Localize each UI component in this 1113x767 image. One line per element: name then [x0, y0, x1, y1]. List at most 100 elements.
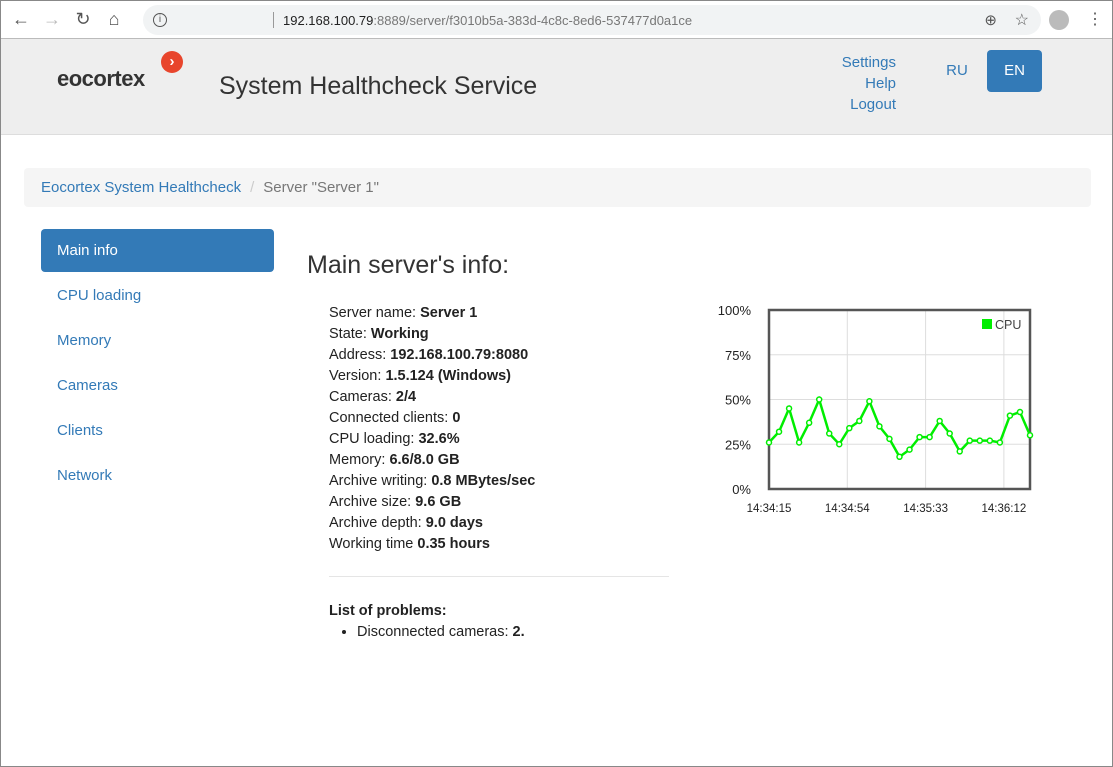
reload-icon[interactable]: ↻	[72, 9, 94, 30]
info-value: 32.6%	[418, 431, 460, 447]
data-point	[856, 417, 863, 425]
problem-item: Disconnected cameras: 2.	[357, 622, 525, 643]
y-tick-label: 0%	[732, 482, 751, 497]
logo-chevron-icon: ›	[161, 51, 183, 73]
info-label: CPU loading:	[329, 431, 415, 447]
url-host: 192.168.100.79	[283, 12, 374, 28]
divider	[273, 12, 274, 28]
info-icon[interactable]: i	[153, 13, 167, 27]
series-line-cpu	[768, 395, 1032, 459]
info-value: 0.8 MBytes/sec	[431, 473, 536, 489]
info-label: Version:	[329, 368, 382, 384]
data-point	[1026, 432, 1034, 439]
breadcrumb-current: Server "Server 1"	[263, 179, 379, 196]
settings-link[interactable]: Settings	[842, 52, 896, 73]
y-tick-label: 25%	[725, 437, 751, 452]
x-tick-label: 14:34:15	[747, 503, 792, 515]
site-header: eocortex › System Healthcheck Service Se…	[1, 39, 1112, 135]
data-point	[946, 430, 953, 437]
browser-toolbar: ← → ↻ ⌂ i 192.168.100.79:8889/server/f30…	[1, 1, 1112, 39]
lang-ru-button[interactable]: RU	[935, 50, 979, 92]
star-icon[interactable]: ☆	[1015, 10, 1029, 30]
data-point	[836, 441, 843, 448]
info-row: Archive size: 9.6 GB	[329, 492, 535, 513]
y-tick-label: 50%	[725, 393, 751, 408]
info-label: Archive depth:	[329, 515, 422, 531]
data-point	[795, 439, 803, 446]
data-point	[785, 405, 793, 412]
home-icon[interactable]: ⌂	[103, 9, 125, 30]
info-row: Memory: 6.6/8.0 GB	[329, 450, 535, 471]
zoom-icon[interactable]: ⊕	[984, 11, 997, 29]
info-label: Address:	[329, 347, 387, 363]
sidebar-item-cameras[interactable]: Cameras	[41, 364, 274, 407]
divider	[329, 576, 669, 577]
data-point	[906, 446, 913, 453]
info-value: 192.168.100.79:8080	[390, 347, 529, 363]
x-tick-label: 14:35:33	[903, 503, 948, 515]
data-point	[1016, 408, 1024, 416]
problems-title: List of problems:	[329, 603, 447, 619]
data-point	[825, 430, 833, 437]
x-tick-label: 14:36:12	[982, 503, 1027, 515]
info-row: Archive writing: 0.8 MBytes/sec	[329, 471, 535, 492]
data-point	[846, 424, 853, 432]
legend-label: CPU	[995, 318, 1021, 332]
info-value: 2/4	[395, 389, 417, 405]
data-point	[866, 398, 873, 405]
sidebar: Main info CPU loading Memory Cameras Cli…	[41, 229, 274, 499]
info-label: Memory:	[329, 452, 386, 468]
data-point	[876, 423, 883, 430]
data-point	[1006, 412, 1014, 419]
help-link[interactable]: Help	[842, 73, 896, 94]
sidebar-item-clients[interactable]: Clients	[41, 409, 274, 452]
menu-icon[interactable]: ⋮	[1087, 9, 1103, 29]
site-title: System Healthcheck Service	[219, 72, 538, 100]
profile-avatar[interactable]	[1049, 10, 1069, 30]
info-value: 0.35 hours	[417, 536, 490, 552]
data-point	[936, 417, 943, 425]
info-value: 9.0 days	[425, 515, 483, 531]
breadcrumb: Eocortex System Healthcheck / Server "Serv…	[24, 168, 1091, 207]
data-point	[815, 396, 823, 403]
logo[interactable]: eocortex	[57, 66, 145, 92]
page-heading: Main server's info:	[307, 251, 510, 279]
url-path: :8889/server/f3010b5a-383d-4c8c-8ed6-537…	[373, 12, 693, 28]
breadcrumb-home[interactable]: Eocortex System Healthcheck	[41, 179, 241, 196]
sidebar-item-memory[interactable]: Memory	[41, 319, 274, 362]
info-value: Server 1	[420, 305, 478, 321]
info-row: Archive depth: 9.0 days	[329, 513, 535, 534]
back-icon[interactable]: ←	[10, 9, 32, 30]
address-bar[interactable]: i 192.168.100.79:8889/server/f3010b5a-38…	[143, 5, 1041, 35]
info-label: Working time	[329, 536, 414, 552]
data-point	[765, 439, 773, 446]
url-text[interactable]: 192.168.100.79:8889/server/f3010b5a-383d…	[283, 13, 692, 28]
header-links: Settings Help Logout	[842, 52, 896, 115]
info-value: 9.6 GB	[415, 494, 462, 510]
info-label: State:	[329, 326, 367, 342]
data-point	[996, 439, 1004, 446]
info-label: Connected clients:	[329, 410, 449, 426]
problem-label: Disconnected cameras:	[357, 624, 509, 640]
lang-en-button[interactable]: EN	[987, 50, 1042, 92]
info-value: 0	[452, 410, 461, 426]
sidebar-item-cpu-loading[interactable]: CPU loading	[41, 274, 274, 317]
data-point	[886, 435, 893, 443]
data-point	[976, 437, 984, 444]
info-label: Server name:	[329, 305, 417, 321]
data-point	[916, 433, 923, 441]
y-tick-label: 75%	[725, 348, 751, 363]
info-row: Connected clients: 0	[329, 408, 535, 429]
logout-link[interactable]: Logout	[842, 94, 896, 115]
info-value: 6.6/8.0 GB	[389, 452, 460, 468]
forward-icon[interactable]: →	[41, 9, 63, 30]
breadcrumb-divider: /	[250, 179, 255, 196]
info-row: Version: 1.5.124 (Windows)	[329, 366, 535, 387]
info-row: Server name: Server 1	[329, 303, 535, 324]
problem-value: 2.	[512, 624, 525, 640]
data-point	[956, 448, 963, 455]
sidebar-item-main-info[interactable]: Main info	[41, 229, 274, 272]
info-value: 1.5.124 (Windows)	[385, 368, 512, 384]
data-point	[896, 453, 903, 461]
sidebar-item-network[interactable]: Network	[41, 454, 274, 497]
